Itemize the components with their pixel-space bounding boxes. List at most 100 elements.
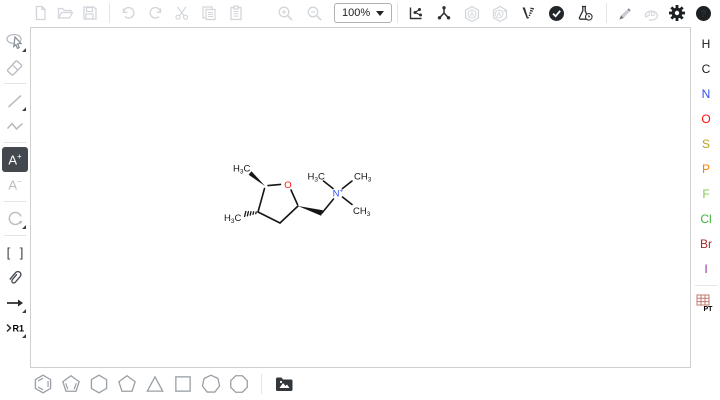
save-floppy-icon [82,5,98,21]
sgroup-tool[interactable]: [ ] [2,240,28,265]
bond-n-methyl-ul[interactable] [324,181,334,189]
svg-text:?: ? [700,9,706,20]
atom-label-n-methyl-ur[interactable]: CH3 [354,172,372,184]
template-cyclopentane[interactable] [115,372,139,396]
element-S[interactable]: S [694,131,718,156]
template-cyclopentadiene[interactable] [59,372,83,396]
recognize-button[interactable] [616,4,634,22]
new-document-icon [32,5,48,21]
drawing-canvas[interactable]: H3C H3C O H3C CH3 CH3 N+ [30,27,691,368]
element-O[interactable]: O [694,106,718,131]
pt-label: PT [704,306,714,313]
settings-button[interactable] [668,4,686,22]
bond-n-methyl-lr[interactable] [343,197,353,205]
stereochemistry-icon [520,5,536,21]
wedge-bond-c2-ch2[interactable] [298,206,323,216]
molecule-structure[interactable]: H3C H3C O H3C CH3 CH3 N+ [220,150,380,235]
charge-plus-tool[interactable]: A+ [2,147,28,172]
lasso-select-tool[interactable] [2,29,28,54]
bond-n-methyl-ur[interactable] [343,181,353,189]
check-structure-icon [548,5,565,22]
benzene-icon [32,373,54,395]
rgroup-label: R1 [13,323,25,333]
cut-scissors-icon [174,5,190,21]
template-cyclopropane[interactable] [143,372,167,396]
dearomatize-icon: A [491,5,509,22]
element-F[interactable]: F [694,181,718,206]
element-I[interactable]: I [694,256,718,281]
help-button[interactable]: ? [694,4,712,22]
rotate-icon [5,209,25,229]
rgroup-icon: R1 [4,319,26,337]
reaction-arrow-tool[interactable] [2,290,28,315]
charge-minus-tool[interactable]: A− [2,172,28,197]
save-button[interactable] [81,4,99,22]
cut-button[interactable] [173,4,191,22]
attach-tool[interactable] [2,265,28,290]
left-toolbar-divider [4,235,26,236]
template-cyclohexane[interactable] [87,372,111,396]
rotate-tool[interactable] [2,206,28,231]
copy-button[interactable] [200,4,218,22]
element-Cl[interactable]: Cl [694,206,718,231]
aromatize-button[interactable]: A [463,4,481,22]
element-H[interactable]: H [694,31,718,56]
paste-button[interactable] [227,4,245,22]
cyclopentane-icon [116,373,138,395]
template-cycloheptane[interactable] [199,372,223,396]
zoom-in-button[interactable] [276,4,294,22]
hash-bond-c4-methyl[interactable] [245,212,257,217]
template-cyclobutane[interactable] [171,372,195,396]
chain-tool[interactable] [2,113,28,138]
new-document-button[interactable] [31,4,49,22]
atom-label-methyl-c4[interactable]: H3C [224,213,242,225]
undo-button[interactable] [119,4,137,22]
atom-label-nitrogen[interactable]: N+ [333,188,344,200]
calculated-values-button[interactable] [575,4,593,22]
redo-button[interactable] [146,4,164,22]
check-structure-button[interactable] [547,4,565,22]
wedge-bond-c5-methyl[interactable] [249,171,265,186]
element-N[interactable]: N [694,81,718,106]
3d-viewer-button[interactable]: 3D [642,4,660,22]
template-benzene[interactable] [31,372,55,396]
atom-label-oxygen[interactable]: O [284,180,291,191]
settings-gear-icon [668,4,686,22]
toolbar-divider [397,3,398,23]
bond-ch2-n[interactable] [322,199,334,213]
ring-bonds[interactable] [258,184,298,223]
single-bond-icon [6,92,24,110]
single-bond-tool[interactable] [2,88,28,113]
left-toolbar: A+ A− [ ] R1 [0,26,30,340]
layout-button[interactable] [407,4,425,22]
zoom-level-select[interactable]: 100% [334,3,392,23]
element-Br[interactable]: Br [694,231,718,256]
cyclohexane-icon [88,373,110,395]
cyclopropane-icon [144,373,166,395]
rgroup-tool[interactable]: R1 [2,315,28,340]
atom-label-n-methyl-lr[interactable]: CH3 [353,206,371,218]
stereochemistry-button[interactable] [519,4,537,22]
left-toolbar-divider [4,142,26,143]
template-toolbar-divider [261,374,262,394]
paperclip-icon [5,268,25,288]
toolbar-divider [606,3,607,23]
svg-text:A: A [497,11,502,18]
left-toolbar-divider [4,83,26,84]
atom-label-n-methyl-ul[interactable]: H3C [308,172,326,184]
template-library-button[interactable] [272,372,296,396]
element-P[interactable]: P [694,156,718,181]
right-toolbar-divider [695,285,717,286]
dropdown-arrow-icon [376,11,384,16]
help-icon: ? [695,5,712,22]
atom-label-methyl-c5[interactable]: H3C [233,164,251,176]
eraser-tool[interactable] [2,54,28,79]
periodic-table-button[interactable]: PT [695,293,717,313]
element-C[interactable]: C [694,56,718,81]
open-button[interactable] [56,4,74,22]
reaction-arrow-icon [5,294,25,312]
zoom-out-button[interactable] [305,4,323,22]
dearomatize-button[interactable]: A [491,4,509,22]
template-cyclooctane[interactable] [227,372,251,396]
clean-up-button[interactable] [435,4,453,22]
